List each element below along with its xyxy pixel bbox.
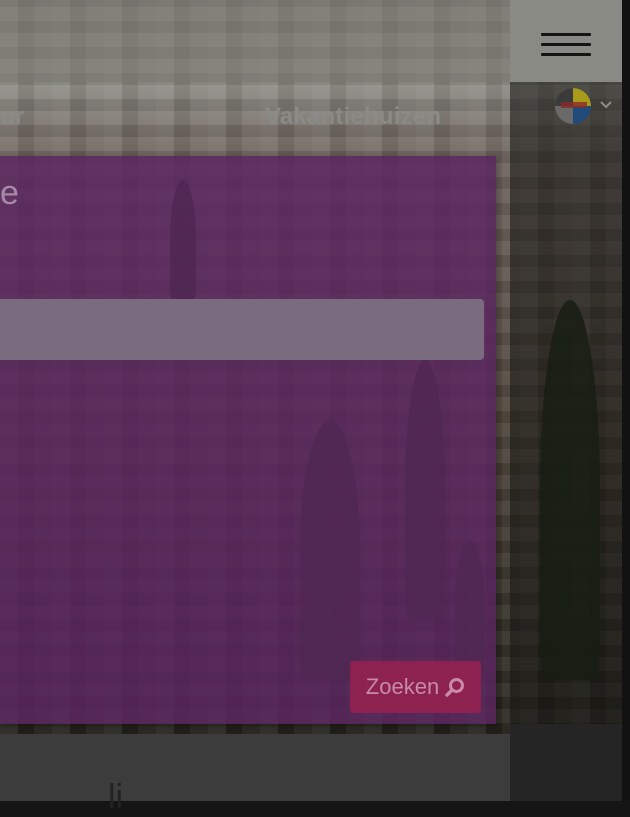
search-button-label: Zoeken: [365, 674, 440, 699]
section-heading-partial: li: [108, 778, 124, 816]
nav-item-vacation-homes[interactable]: Vakantiehuizen: [265, 103, 441, 131]
search-panel: [0, 156, 496, 724]
sidebar-bottom: [510, 724, 622, 801]
language-selector[interactable]: [555, 88, 615, 128]
content-section: [0, 734, 510, 801]
search-input[interactable]: [0, 299, 484, 360]
nav-item-partial[interactable]: ur: [0, 103, 40, 131]
overlay-strip: [510, 82, 622, 724]
flag-icon: [555, 88, 591, 124]
scrollbar-edge: [622, 0, 630, 801]
search-button[interactable]: Zoeken: [350, 661, 481, 713]
search-icon: [445, 678, 465, 697]
hero-title: e: [0, 174, 19, 212]
page-header-area: [0, 0, 510, 82]
hamburger-icon[interactable]: [541, 33, 591, 59]
chevron-down-icon: [600, 101, 612, 109]
